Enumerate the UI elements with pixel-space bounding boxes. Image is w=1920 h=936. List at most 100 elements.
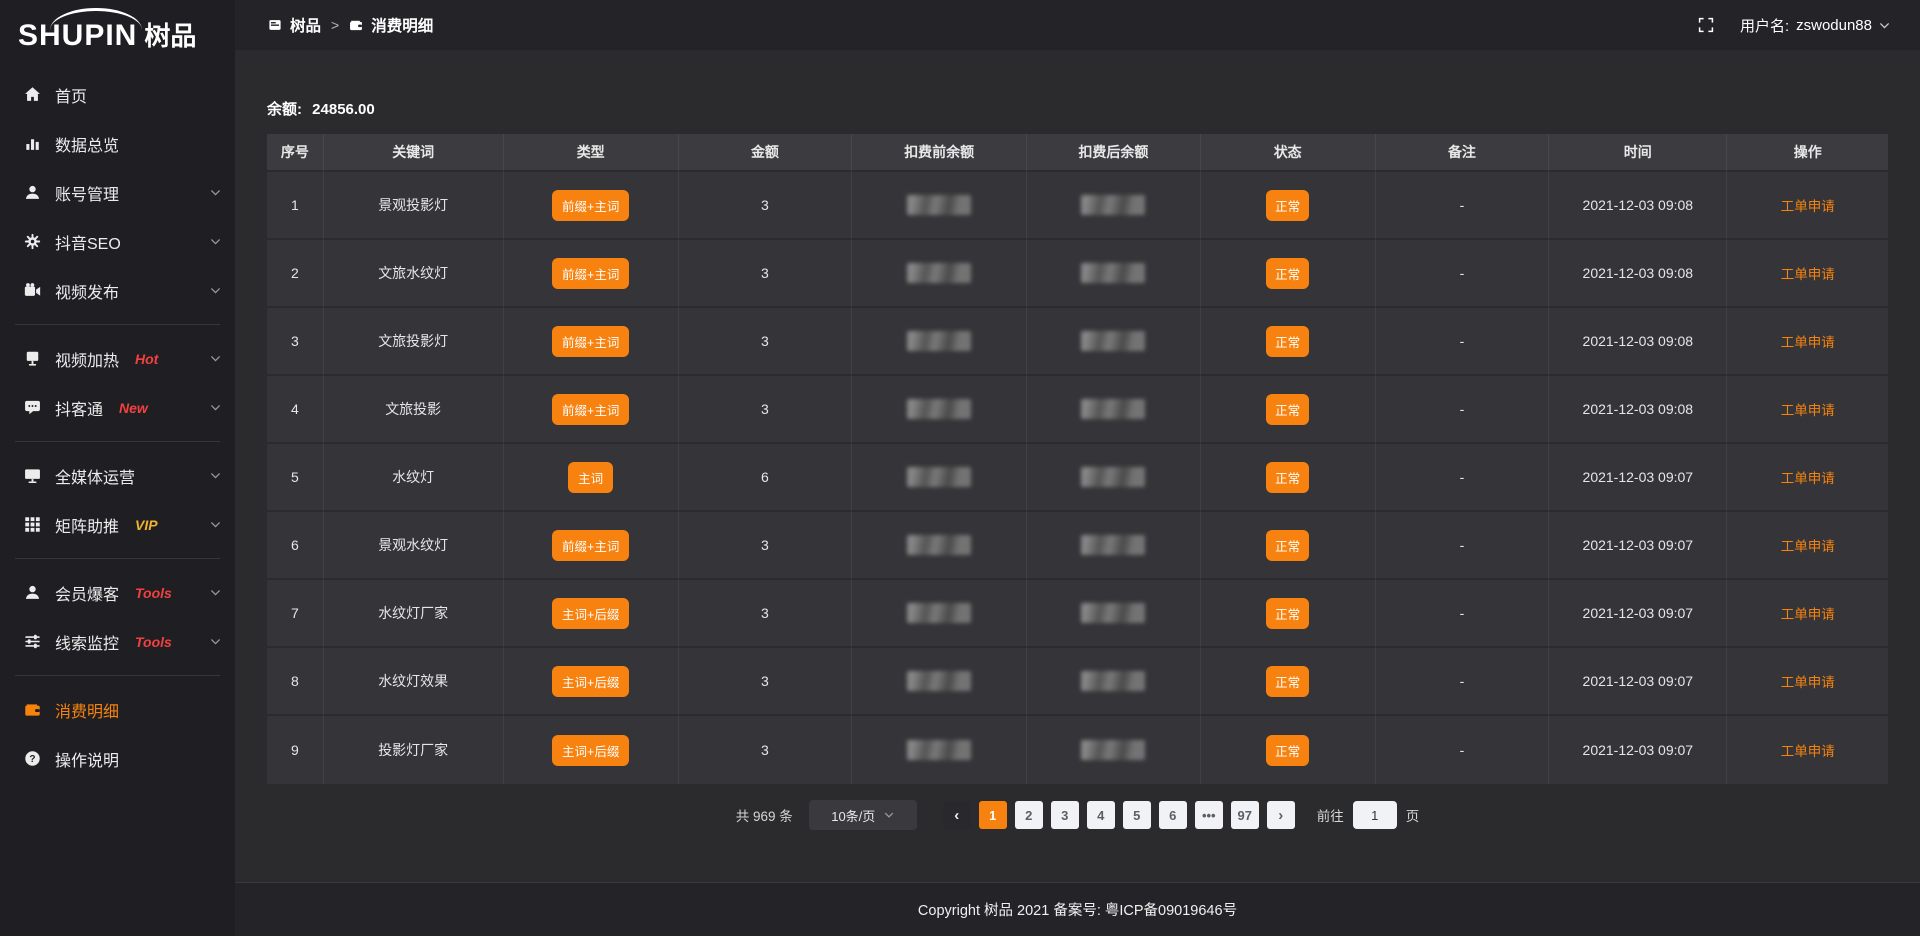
- video-camera-icon: [24, 282, 42, 300]
- cell-status: 正常: [1201, 580, 1376, 648]
- sidebar-item[interactable]: 账号管理: [0, 168, 235, 217]
- work-order-link[interactable]: 工单申请: [1781, 335, 1835, 350]
- chevron-down-icon: [210, 402, 221, 413]
- sidebar-item[interactable]: 消费明细: [0, 685, 235, 734]
- work-order-link[interactable]: 工单申请: [1781, 539, 1835, 554]
- screen-icon: [24, 350, 42, 368]
- cell-type: 主词+后缀: [504, 580, 679, 648]
- sidebar-item[interactable]: 矩阵助推 VIP: [0, 500, 235, 549]
- cell-type: 主词+后缀: [504, 648, 679, 716]
- work-order-link[interactable]: 工单申请: [1781, 607, 1835, 622]
- page-number-button[interactable]: •••: [1195, 801, 1223, 829]
- cell-balance-before: [852, 240, 1027, 308]
- fullscreen-icon[interactable]: [1698, 17, 1714, 33]
- sidebar-item[interactable]: 数据总览: [0, 119, 235, 168]
- cell-index: 8: [267, 648, 324, 716]
- chevron-down-icon: [210, 587, 221, 598]
- sidebar-item[interactable]: ? 操作说明: [0, 734, 235, 783]
- redacted-balance-after: [1081, 399, 1145, 419]
- sidebar-item-label: 会员爆客: [55, 581, 119, 605]
- table-row: 2 文旅水纹灯 前缀+主词 3 正常 - 2021-12-03 09:08 工单…: [267, 240, 1888, 308]
- cell-type: 前缀+主词: [504, 376, 679, 444]
- sidebar-item[interactable]: 首页: [0, 70, 235, 119]
- sliders-icon: [24, 633, 42, 651]
- sidebar-item[interactable]: 抖客通 New: [0, 383, 235, 432]
- sidebar-item-badge: VIP: [135, 517, 158, 533]
- redacted-balance-after: [1081, 195, 1145, 215]
- page-number-button[interactable]: 2: [1015, 801, 1043, 829]
- chart-bars-icon: [24, 135, 42, 153]
- wallet-icon: [349, 18, 363, 32]
- table-row: 9 投影灯厂家 主词+后缀 3 正常 - 2021-12-03 09:07 工单…: [267, 716, 1888, 784]
- table-row: 8 水纹灯效果 主词+后缀 3 正常 - 2021-12-03 09:07 工单…: [267, 648, 1888, 716]
- user-menu[interactable]: 用户名: zswodun88: [1740, 15, 1890, 36]
- column-header: 序号: [267, 134, 324, 172]
- page-number-button[interactable]: 5: [1123, 801, 1151, 829]
- brand-name-cn: 树品: [144, 16, 196, 53]
- menu-divider: [15, 441, 220, 442]
- redacted-balance-after: [1081, 671, 1145, 691]
- work-order-link[interactable]: 工单申请: [1781, 267, 1835, 282]
- cell-action: 工单申请: [1727, 512, 1888, 580]
- cell-amount: 3: [679, 512, 852, 580]
- sidebar-item-label: 账号管理: [55, 181, 119, 205]
- column-header: 状态: [1201, 134, 1376, 172]
- column-header: 金额: [679, 134, 852, 172]
- page-number-button[interactable]: 3: [1051, 801, 1079, 829]
- chevron-down-icon: [210, 236, 221, 247]
- cell-time: 2021-12-03 09:08: [1549, 308, 1727, 376]
- cell-type: 主词+后缀: [504, 716, 679, 784]
- cell-status: 正常: [1201, 648, 1376, 716]
- page-number-button[interactable]: 4: [1087, 801, 1115, 829]
- chevron-down-icon: [210, 187, 221, 198]
- status-badge: 正常: [1266, 326, 1309, 357]
- sidebar-item[interactable]: 抖音SEO: [0, 217, 235, 266]
- status-badge: 正常: [1266, 530, 1309, 561]
- type-badge: 主词: [568, 462, 613, 493]
- page-number-button[interactable]: 6: [1159, 801, 1187, 829]
- column-header: 扣费前余额: [852, 134, 1027, 172]
- table-row: 1 景观投影灯 前缀+主词 3 正常 - 2021-12-03 09:08 工单…: [267, 172, 1888, 240]
- cell-status: 正常: [1201, 376, 1376, 444]
- redacted-balance-before: [907, 671, 971, 691]
- work-order-link[interactable]: 工单申请: [1781, 471, 1835, 486]
- page-number-button[interactable]: 97: [1231, 801, 1259, 829]
- work-order-link[interactable]: 工单申请: [1781, 199, 1835, 214]
- breadcrumb-home[interactable]: 树品: [268, 14, 321, 36]
- page-size-select[interactable]: 10条/页: [809, 800, 917, 830]
- cell-keyword: 文旅投影: [324, 376, 504, 444]
- redacted-balance-before: [907, 740, 971, 760]
- cell-time: 2021-12-03 09:07: [1549, 716, 1727, 784]
- cell-type: 前缀+主词: [504, 512, 679, 580]
- sidebar-item[interactable]: 线索监控 Tools: [0, 617, 235, 666]
- sidebar-item[interactable]: 会员爆客 Tools: [0, 568, 235, 617]
- username-label: 用户名:: [1740, 15, 1789, 36]
- work-order-link[interactable]: 工单申请: [1781, 744, 1835, 759]
- cell-keyword: 投影灯厂家: [324, 716, 504, 784]
- menu-divider: [15, 558, 220, 559]
- page-number-button[interactable]: 1: [979, 801, 1007, 829]
- cell-balance-after: [1027, 648, 1200, 716]
- sidebar-item[interactable]: 视频加热 Hot: [0, 334, 235, 383]
- cell-remark: -: [1376, 716, 1549, 784]
- cell-index: 9: [267, 716, 324, 784]
- cell-index: 1: [267, 172, 324, 240]
- next-page-button[interactable]: ›: [1267, 801, 1295, 829]
- prev-page-button[interactable]: ‹: [943, 801, 971, 829]
- cell-balance-after: [1027, 240, 1200, 308]
- sidebar-item[interactable]: 全媒体运营: [0, 451, 235, 500]
- sidebar-item-label: 线索监控: [55, 630, 119, 654]
- menu-divider: [15, 675, 220, 676]
- svg-text:?: ?: [29, 754, 35, 765]
- work-order-link[interactable]: 工单申请: [1781, 403, 1835, 418]
- cell-amount: 3: [679, 716, 852, 784]
- cell-amount: 3: [679, 240, 852, 308]
- cell-type: 前缀+主词: [504, 240, 679, 308]
- balance-value: 24856.00: [312, 101, 375, 118]
- sidebar-item[interactable]: 视频发布: [0, 266, 235, 315]
- work-order-link[interactable]: 工单申请: [1781, 675, 1835, 690]
- cell-remark: -: [1376, 308, 1549, 376]
- chevron-down-icon: [210, 353, 221, 364]
- goto-page-input[interactable]: [1353, 801, 1397, 829]
- goto-suffix-label: 页: [1406, 805, 1420, 825]
